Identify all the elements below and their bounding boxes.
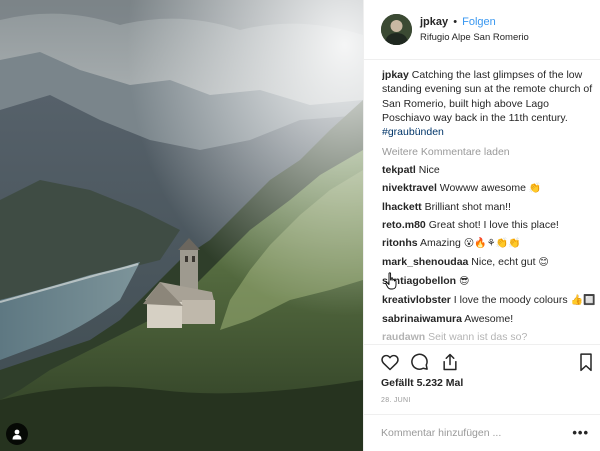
comment: raudawn Seit wann ist das so? (382, 330, 596, 344)
header-username[interactable]: jpkay (420, 16, 448, 28)
clapping-hands-emoji: 👏 (528, 183, 542, 195)
post-photo[interactable] (0, 0, 363, 451)
follow-button[interactable]: Folgen (462, 16, 496, 28)
comment-username[interactable]: reto.m80 (382, 219, 426, 231)
comment-text: Great shot! I love this place! (428, 219, 559, 232)
emoji-sequence: 😮🔥⚘👏👏 (463, 238, 521, 250)
caption-text: Catching the last glimpses of the low st… (382, 69, 593, 124)
comment-username[interactable]: tekpatl (382, 164, 416, 176)
comment: nivektravel Wowww awesome 👏 (382, 181, 596, 196)
share-icon[interactable] (440, 352, 460, 372)
comment-input[interactable] (381, 424, 561, 442)
comment-text: Nice, echt gut (471, 256, 536, 269)
smiley-emoji: 😊 (538, 257, 549, 269)
post-header: jpkay • Folgen Rifugio Alpe San Romerio (364, 0, 600, 60)
comment: kreativlobster I love the moody colours … (382, 293, 596, 308)
hand-cursor-icon (385, 272, 397, 290)
comment-text: Seit wann ist das so? (428, 331, 528, 344)
instagram-post: jpkay • Folgen Rifugio Alpe San Romerio … (0, 0, 600, 451)
comment-list: tekpatl Nice nivektravel Wowww awesome 👏… (382, 163, 596, 344)
comment-username[interactable]: mark_shenoudaa (382, 256, 468, 268)
comments-section[interactable]: jpkay Catching the last glimpses of the … (382, 68, 596, 344)
comment: sabrinaiwamura Awesome! (382, 312, 596, 326)
post-sidebar: jpkay • Folgen Rifugio Alpe San Romerio … (363, 0, 600, 451)
hashtag-link[interactable]: #graubünden (382, 126, 444, 138)
header-user-line: jpkay • Folgen (420, 16, 496, 28)
comment-text: Nice (418, 164, 440, 177)
avatar[interactable] (381, 14, 412, 45)
bookmark-icon[interactable] (576, 352, 596, 372)
more-options-icon[interactable]: ••• (572, 425, 589, 440)
comment-username[interactable]: nivektravel (382, 182, 437, 194)
comment-username[interactable]: raudawn (382, 331, 425, 343)
comment-text: Awesome! (464, 313, 514, 326)
comment-text: I love the moody colours (453, 294, 568, 307)
comment: reto.m80 Great shot! I love this place! (382, 218, 596, 232)
location-link[interactable]: Rifugio Alpe San Romerio (420, 32, 529, 43)
caption: jpkay Catching the last glimpses of the … (382, 68, 596, 139)
comment-username[interactable]: sabrinaiwamura (382, 313, 462, 325)
landscape-image (0, 0, 363, 451)
comment-username[interactable]: kreativlobster (382, 294, 451, 306)
comment: tekpatl Nice (382, 163, 596, 177)
speech-bubble-icon[interactable] (410, 352, 430, 372)
heart-icon[interactable] (380, 352, 400, 372)
comment-text: Wowww awesome (439, 182, 526, 195)
comment: lhackett Brilliant shot man!! (382, 200, 596, 214)
sunglasses-emoji: 😎 (459, 276, 470, 288)
comment: santiagobellon 😎 (382, 274, 596, 289)
caption-username[interactable]: jpkay (382, 69, 409, 81)
separator-dot: • (453, 16, 458, 28)
comment: mark_shenoudaa Nice, echt gut 😊 (382, 255, 596, 270)
user-tag-icon[interactable] (6, 423, 28, 445)
add-comment-bar: ••• (364, 414, 600, 451)
load-more-comments-button[interactable]: Weitere Kommentare laden (382, 145, 596, 159)
post-date: 28. JUNI (381, 397, 411, 404)
comment: ritonhs Amazing 😮🔥⚘👏👏 (382, 236, 596, 251)
comment-username[interactable]: ritonhs (382, 237, 418, 249)
comment-text: Amazing (419, 237, 461, 250)
action-bar (364, 344, 600, 378)
comment-username[interactable]: lhackett (382, 201, 422, 213)
comment-text: Brilliant shot man!! (424, 201, 511, 214)
likes-count[interactable]: Gefällt 5.232 Mal (381, 377, 463, 389)
thumbs-up-emoji: 👍🔲 (570, 295, 596, 307)
